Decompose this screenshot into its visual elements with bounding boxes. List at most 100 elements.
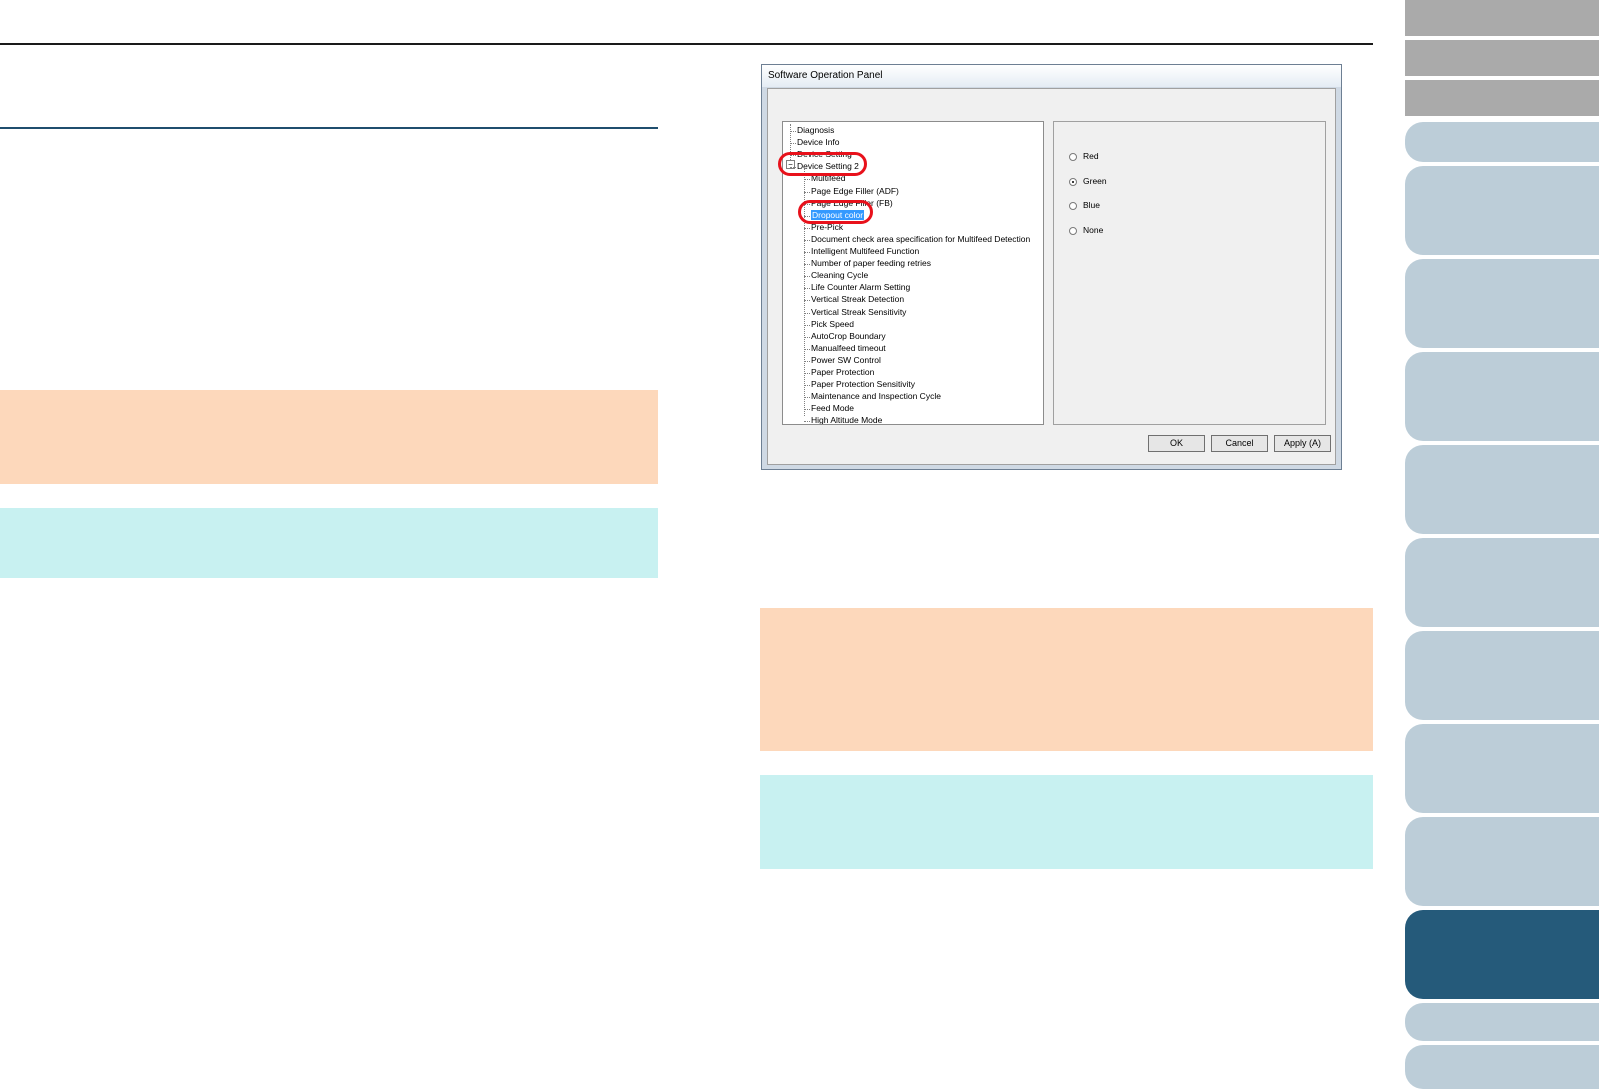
tree-connector <box>804 336 810 338</box>
radio-label: None <box>1083 225 1104 235</box>
tree-item-label: Paper Protection Sensitivity <box>811 379 915 390</box>
nav-tab-2[interactable] <box>1405 40 1599 76</box>
tree-connector <box>804 264 810 266</box>
tree-item-label: Diagnosis <box>797 125 835 135</box>
nav-tab-8[interactable] <box>1405 445 1599 534</box>
radio-option-red[interactable]: Red <box>1069 151 1099 161</box>
tree-item[interactable]: Page Edge Filler (ADF) <box>811 186 899 197</box>
nav-tab-12[interactable] <box>1405 817 1599 906</box>
tree-connector <box>804 409 810 411</box>
tree-item-label: Device Info <box>797 137 840 148</box>
nav-tab-5[interactable] <box>1405 166 1599 255</box>
tree-item[interactable]: Device Info <box>797 137 840 148</box>
apply-button[interactable]: Apply (A) <box>1274 435 1331 452</box>
nav-tab-4[interactable] <box>1405 122 1599 162</box>
tree-connector <box>804 373 810 374</box>
radio-icon <box>1069 152 1077 161</box>
tree-connector <box>804 276 810 278</box>
tree-item[interactable]: Diagnosis <box>797 125 834 136</box>
nav-tab-7[interactable] <box>1405 352 1599 441</box>
highlight-device-setting-2 <box>778 152 867 176</box>
nav-tab-1[interactable] <box>1405 0 1599 36</box>
tree-connector <box>804 397 810 399</box>
tree-item-label: Intelligent Multifeed Function <box>811 246 920 256</box>
tree-connector <box>804 288 810 290</box>
tree-connector <box>804 360 810 362</box>
tree-item-label: AutoCrop Boundary <box>811 330 886 341</box>
tree-item-label: Number of paper feeding retries <box>811 258 932 269</box>
tree-item-label: Feed Mode <box>811 403 854 414</box>
hint-box-left <box>0 508 658 578</box>
tree-item[interactable]: Pick Speed <box>811 319 854 330</box>
tree-connector <box>804 385 810 387</box>
tree-connector <box>804 191 810 193</box>
ok-button[interactable]: OK <box>1148 435 1205 452</box>
tree-item[interactable]: Vertical Streak Sensitivity <box>811 307 906 318</box>
tree-item-label: Power SW Control <box>811 354 881 365</box>
radio-option-blue[interactable]: Blue <box>1069 200 1100 210</box>
radio-label: Green <box>1083 176 1107 186</box>
tree-item[interactable]: Document check area specification for Mu… <box>811 234 1030 245</box>
nav-tab-10[interactable] <box>1405 631 1599 720</box>
tree-item-label: Vertical Streak Sensitivity <box>811 306 907 317</box>
tree-item[interactable]: Manualfeed timeout <box>811 343 886 354</box>
radio-label: Red <box>1083 151 1099 161</box>
tree-item[interactable]: Paper Protection <box>811 367 874 378</box>
nav-tab-3[interactable] <box>1405 80 1599 116</box>
tree-connector <box>790 131 796 132</box>
radio-option-green[interactable]: Green <box>1069 176 1107 186</box>
tree-item[interactable]: Power SW Control <box>811 355 881 366</box>
header-rule <box>0 43 1373 45</box>
caution-box-right <box>760 608 1373 751</box>
dialog-title: Software Operation Panel <box>768 70 883 81</box>
radio-icon <box>1069 201 1077 210</box>
tree-item[interactable]: Vertical Streak Detection <box>811 294 904 305</box>
tree-item[interactable]: AutoCrop Boundary <box>811 331 886 342</box>
nav-tab-15[interactable] <box>1405 1045 1599 1089</box>
tree-item-label: Vertical Streak Detection <box>811 294 905 305</box>
tree-item[interactable]: Maintenance and Inspection Cycle <box>811 391 941 402</box>
radio-label: Blue <box>1083 200 1101 210</box>
tree-item[interactable]: Number of paper feeding retries <box>811 258 931 269</box>
cancel-button[interactable]: Cancel <box>1211 435 1268 452</box>
dialog-client-area: − Diagnosis Device Info Device Setting Devi… <box>767 88 1336 465</box>
nav-tab-11[interactable] <box>1405 724 1599 813</box>
tree-connector <box>804 348 810 350</box>
tree-item-label: Page Edge Filler (ADF) <box>811 185 899 196</box>
radio-icon <box>1069 226 1077 235</box>
tree-item-label: Life Counter Alarm Setting <box>811 282 911 293</box>
tree-connector <box>804 421 810 423</box>
tree-connector <box>804 227 810 229</box>
caution-box-left <box>0 390 658 484</box>
tree-item-label: Maintenance and Inspection Cycle <box>811 391 941 402</box>
nav-tab-14[interactable] <box>1405 1003 1599 1041</box>
dropout-color-options: Red Green Blue None <box>1053 121 1326 425</box>
software-operation-panel-dialog: Software Operation Panel − Diagnosis Devi… <box>761 64 1342 470</box>
nav-tab-active[interactable] <box>1405 910 1599 999</box>
tree-item-label: Manualfeed timeout <box>811 342 886 353</box>
tree-connector <box>804 252 810 253</box>
tree-item[interactable]: Intelligent Multifeed Function <box>811 246 919 257</box>
section-rule <box>0 127 658 129</box>
tree-item-label: Paper Protection <box>811 367 875 377</box>
tree-item-label: Document check area specification for Mu… <box>811 233 1031 244</box>
nav-tab-6[interactable] <box>1405 259 1599 348</box>
tree-connector <box>804 179 810 181</box>
nav-tab-9[interactable] <box>1405 538 1599 627</box>
dialog-titlebar[interactable]: Software Operation Panel <box>762 65 1341 87</box>
highlight-dropout-color <box>798 200 873 224</box>
tree-item[interactable]: Cleaning Cycle <box>811 270 868 281</box>
tree-item-label: Pick Speed <box>811 318 854 329</box>
tree-item-label: Cleaning Cycle <box>811 270 869 281</box>
tree-item[interactable]: Paper Protection Sensitivity <box>811 379 915 390</box>
tree-item-label: High Altitude Mode <box>811 415 883 425</box>
radio-option-none[interactable]: None <box>1069 225 1103 235</box>
tree-connector <box>804 239 810 241</box>
radio-checked-icon <box>1069 177 1077 186</box>
tree-item[interactable]: Life Counter Alarm Setting <box>811 282 910 293</box>
tree-item[interactable]: High Altitude Mode <box>811 415 883 425</box>
tree-connector <box>804 300 810 302</box>
tree-connector <box>790 143 796 145</box>
tree-connector <box>804 324 810 326</box>
tree-item[interactable]: Feed Mode <box>811 403 854 414</box>
